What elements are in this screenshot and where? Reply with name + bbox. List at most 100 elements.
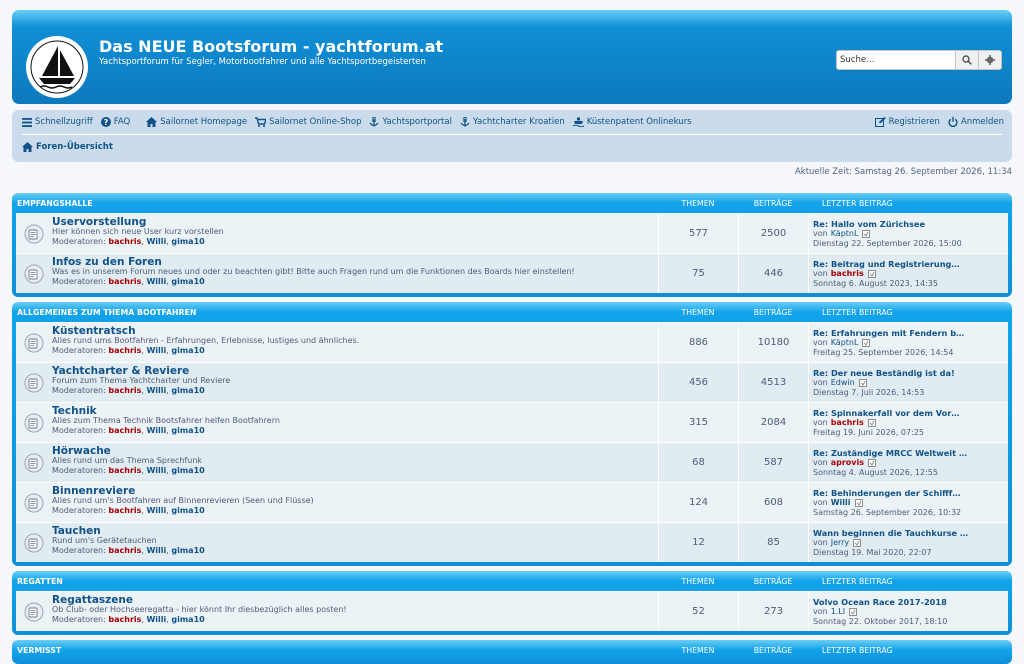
moderator-link[interactable]: Willi: [146, 546, 166, 555]
last-post-user[interactable]: bachris: [831, 418, 864, 428]
last-post-title[interactable]: Re: Behinderungen der Schifff…: [813, 488, 1008, 498]
moderator-link[interactable]: Willi: [146, 466, 166, 475]
category-title[interactable]: VERMISST: [16, 646, 658, 655]
last-post-user[interactable]: aprovis: [831, 458, 864, 468]
topics-count: 124: [658, 483, 738, 522]
moderator-link[interactable]: gima10: [171, 277, 204, 286]
moderator-link[interactable]: bachris: [108, 546, 141, 555]
last-post-title[interactable]: Wann beginnen die Tauchkurse …: [813, 528, 1008, 538]
register-link[interactable]: Registrieren: [874, 117, 940, 127]
last-post-title[interactable]: Volvo Ocean Race 2017-2018: [813, 597, 1008, 607]
last-post-title[interactable]: Re: Hallo vom Zürichsee: [813, 219, 1008, 229]
search-button[interactable]: [956, 50, 979, 70]
search-input[interactable]: [836, 50, 956, 70]
forum-moderators: Moderatoren: bachris, Willi, gima10: [52, 615, 205, 624]
category-block: REGATTEN THEMEN BEITRÄGE LETZTER BEITRAG…: [12, 571, 1012, 635]
moderator-link[interactable]: gima10: [171, 426, 204, 435]
last-post-user[interactable]: Edwin: [831, 378, 855, 388]
login-link[interactable]: Anmelden: [948, 117, 1004, 127]
moderator-link[interactable]: gima10: [171, 546, 204, 555]
moderator-link[interactable]: bachris: [108, 615, 141, 624]
last-post-title[interactable]: Re: Erfahrungen mit Fendern b…: [813, 328, 1008, 338]
view-latest-post-icon[interactable]: [862, 339, 871, 347]
view-latest-post-icon[interactable]: [849, 608, 858, 616]
forum-status: [16, 254, 52, 293]
view-latest-post-icon[interactable]: [867, 270, 876, 278]
by-label: von: [813, 418, 828, 427]
faq-link[interactable]: ? FAQ: [100, 117, 130, 127]
last-post-user[interactable]: KäptnL: [831, 338, 859, 348]
nav-links: Schnellzugriff ? FAQ Sailornet Homepage …: [22, 110, 1002, 134]
moderator-link[interactable]: bachris: [108, 506, 141, 515]
site-logo[interactable]: [26, 36, 88, 98]
forum-title[interactable]: Hörwache: [52, 446, 658, 457]
last-post-user[interactable]: Willi: [831, 498, 851, 508]
last-post-user[interactable]: Jerry: [831, 538, 849, 548]
forum-title[interactable]: Infos zu den Foren: [52, 257, 658, 268]
forum-moderators: Moderatoren: bachris, Willi, gima10: [52, 237, 205, 246]
view-latest-post-icon[interactable]: [853, 539, 862, 547]
moderator-link[interactable]: Willi: [146, 237, 166, 246]
forum-title[interactable]: Uservorstellung: [52, 217, 658, 228]
forum-title[interactable]: Regattaszene: [52, 595, 658, 606]
moderator-link[interactable]: Willi: [146, 386, 166, 395]
last-post-user[interactable]: KäptnL: [831, 229, 859, 239]
moderator-link[interactable]: bachris: [108, 386, 141, 395]
site-title[interactable]: Das NEUE Bootsforum - yachtforum.at: [99, 37, 443, 56]
moderator-link[interactable]: gima10: [171, 466, 204, 475]
forum-title[interactable]: Tauchen: [52, 526, 658, 537]
moderator-link[interactable]: bachris: [108, 277, 141, 286]
view-latest-post-icon[interactable]: [868, 459, 876, 467]
last-post-user[interactable]: bachris: [831, 269, 864, 279]
view-latest-post-icon[interactable]: [862, 230, 871, 238]
moderator-link[interactable]: gima10: [171, 386, 204, 395]
moderator-link[interactable]: gima10: [171, 506, 204, 515]
last-post-column-header: LETZTER BEITRAG: [822, 576, 893, 586]
shop-link[interactable]: Sailornet Online-Shop: [255, 117, 361, 127]
last-post-title[interactable]: Re: Beitrag und Registrierung…: [813, 259, 1008, 269]
breadcrumb-home[interactable]: Foren-Übersicht: [22, 142, 113, 152]
view-latest-post-icon[interactable]: [858, 379, 867, 387]
homepage-link[interactable]: Sailornet Homepage: [146, 117, 247, 127]
advanced-search-button[interactable]: [979, 50, 1002, 70]
moderator-link[interactable]: gima10: [171, 237, 204, 246]
forum-row: Hörwache Alles rund um das Thema Sprechf…: [16, 442, 1008, 482]
moderator-link[interactable]: bachris: [108, 426, 141, 435]
moderator-link[interactable]: Willi: [146, 506, 166, 515]
quick-links-menu[interactable]: Schnellzugriff: [22, 117, 93, 127]
last-post-user[interactable]: 1.LI: [831, 607, 845, 617]
portal-link[interactable]: Yachtsportportal: [369, 117, 452, 127]
forum-title[interactable]: Binnenreviere: [52, 486, 658, 497]
question-icon: ?: [100, 117, 111, 127]
moderator-link[interactable]: Willi: [146, 615, 166, 624]
view-latest-post-icon[interactable]: [854, 499, 863, 507]
moderator-link[interactable]: gima10: [171, 615, 204, 624]
license-link[interactable]: Küstenpatent Onlinekurs: [572, 117, 692, 127]
charter-label: Yachtcharter Kroatien: [472, 117, 565, 127]
forum-moderators: Moderatoren: bachris, Willi, gima10: [52, 506, 205, 515]
category-title[interactable]: REGATTEN: [16, 577, 658, 586]
category-title[interactable]: ALLGEMEINES ZUM THEMA BOOTFAHREN: [16, 308, 658, 317]
moderator-link[interactable]: bachris: [108, 346, 141, 355]
moderator-link[interactable]: Willi: [146, 346, 166, 355]
moderator-link[interactable]: bachris: [108, 237, 141, 246]
forum-info: Uservorstellung Hier können sich neue Us…: [52, 214, 658, 253]
last-post-title[interactable]: Re: Zuständige MRCC Weltweit …: [813, 448, 1008, 458]
category-header: EMPFANGSHALLE THEMEN BEITRÄGE LETZTER BE…: [16, 193, 1008, 213]
by-label: von: [813, 338, 828, 347]
moderator-link[interactable]: gima10: [171, 346, 204, 355]
last-post-title[interactable]: Re: Der neue Beständig ist da!: [813, 368, 1008, 378]
forum-info: Küstentratsch Alles rund ums Bootfahren …: [52, 323, 658, 362]
forum-moderators: Moderatoren: bachris, Willi, gima10: [52, 386, 205, 395]
last-post-author: von KäptnL: [813, 229, 1008, 239]
last-post-title[interactable]: Re: Spinnakerfall vor dem Vor…: [813, 408, 1008, 418]
charter-link[interactable]: Yachtcharter Kroatien: [460, 117, 565, 127]
moderator-link[interactable]: Willi: [146, 426, 166, 435]
view-latest-post-icon[interactable]: [867, 419, 876, 427]
forum-title[interactable]: Technik: [52, 406, 658, 417]
moderator-link[interactable]: bachris: [108, 466, 141, 475]
category-title[interactable]: EMPFANGSHALLE: [16, 199, 658, 208]
forum-title[interactable]: Yachtcharter & Reviere: [52, 366, 658, 377]
forum-title[interactable]: Küstentratsch: [52, 326, 658, 337]
moderator-link[interactable]: Willi: [146, 277, 166, 286]
